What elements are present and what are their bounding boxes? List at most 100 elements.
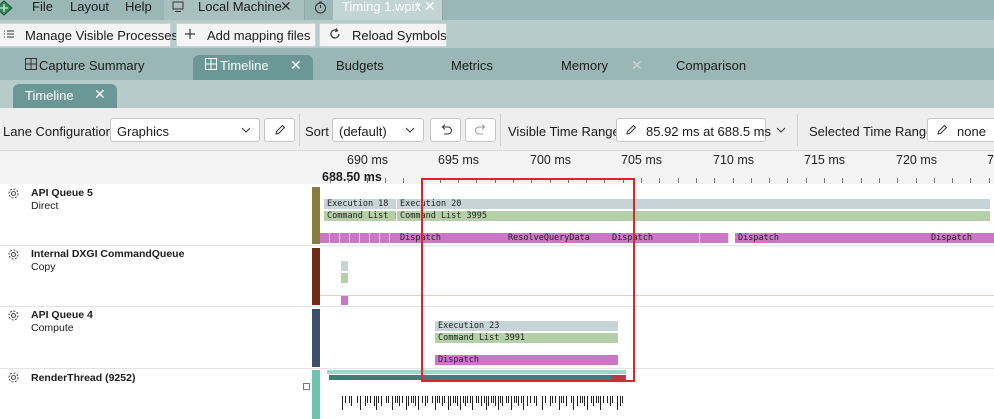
menu-layout[interactable]: Layout [70, 0, 109, 20]
lane-color-strip [312, 309, 320, 367]
reload-icon [330, 28, 340, 39]
field-value: 85.92 ms at 688.5 ms [646, 124, 772, 139]
ruler-tick [989, 178, 990, 183]
expand-checkbox[interactable] [303, 383, 310, 390]
thread-event-tick [559, 396, 560, 410]
dispatch-segment[interactable] [320, 233, 330, 243]
visible-time-range-field[interactable]: 85.92 ms at 688.5 ms [616, 118, 771, 142]
thread-event-tick [493, 396, 494, 403]
dispatch-segment[interactable] [340, 233, 350, 243]
thread-event-tick [607, 396, 608, 403]
command-list-bar[interactable]: Command List : [324, 211, 396, 221]
thread-event-tick [351, 396, 352, 406]
thread-event-tick [598, 396, 599, 403]
selection-highlight-box [421, 178, 635, 382]
chevron-down-icon [241, 127, 251, 133]
thread-event-tick [488, 396, 489, 406]
lane-configuration-dropdown[interactable]: Graphics [110, 118, 260, 142]
dispatch-segment[interactable] [370, 233, 380, 243]
dispatch-bar[interactable]: Dispatch [928, 233, 994, 243]
lane-type: Direct [31, 200, 59, 212]
thread-event-tick [571, 396, 572, 403]
tick-label: 715 ms [804, 153, 845, 167]
gear-icon[interactable] [7, 248, 20, 261]
selected-time-range-label: Selected Time Range: [809, 124, 937, 139]
thread-event-tick [484, 396, 485, 403]
field-value: none [957, 124, 986, 139]
sub-tab-label: Timeline [25, 88, 74, 103]
execution-bar[interactable]: Execution 18 [324, 199, 396, 209]
gear-icon[interactable] [7, 371, 20, 384]
ruler-tick [659, 178, 660, 183]
manage-visible-processes-button[interactable]: Manage Visible Processes [0, 23, 178, 47]
thread-event-tick [518, 396, 519, 406]
edit-lane-configuration-button[interactable] [264, 118, 295, 142]
execution-bar[interactable] [341, 261, 348, 271]
close-icon[interactable]: ✕ [631, 57, 643, 74]
chevron-down-icon[interactable] [776, 127, 786, 133]
tick-label: 695 ms [438, 153, 479, 167]
menu-help[interactable]: Help [125, 0, 152, 20]
ruler-tick [714, 178, 715, 183]
gear-icon[interactable] [7, 309, 20, 322]
thread-event-tick [612, 396, 613, 403]
lane-name: Internal DXGI CommandQueue [31, 248, 185, 260]
close-icon[interactable]: ✕ [280, 0, 292, 15]
reload-symbols-button[interactable]: Reload Symbols [319, 23, 447, 47]
thread-event-tick [386, 396, 387, 403]
dispatch-segment[interactable] [671, 233, 700, 243]
pencil-icon [275, 124, 286, 135]
redo-button[interactable] [465, 118, 496, 142]
thread-event-tick [427, 396, 428, 403]
dispatch-segment[interactable] [330, 233, 340, 243]
sub-tab-bar [0, 80, 994, 108]
dispatch-segment[interactable] [380, 233, 390, 243]
selected-time-range-field[interactable]: none [927, 118, 994, 142]
computer-icon [172, 1, 184, 12]
thread-event-tick [402, 396, 403, 403]
thread-event-tick [442, 396, 443, 406]
dispatch-segment[interactable] [360, 233, 370, 243]
command-list-bar[interactable] [341, 273, 348, 283]
thread-event-tick [411, 396, 412, 403]
thread-event-tick [460, 396, 461, 410]
thread-event-tick [582, 396, 583, 403]
ruler-tick [806, 178, 807, 183]
thread-event-tick [388, 396, 389, 403]
ruler-tick [733, 178, 734, 183]
tab-metrics[interactable]: Metrics [451, 58, 493, 73]
ruler-tick [769, 178, 770, 183]
doc-tab-local-machine[interactable]: Local Machine ✕ [164, 0, 305, 20]
thread-event-tick [367, 396, 368, 403]
dispatch-segment[interactable] [700, 233, 729, 243]
ruler-tick [934, 178, 935, 183]
ruler-tick [403, 178, 404, 183]
dispatch-segment[interactable] [350, 233, 360, 243]
menu-file[interactable]: File [32, 0, 53, 20]
dispatch-bar[interactable] [341, 295, 348, 305]
dispatch-bar[interactable]: Dispatch [735, 233, 928, 243]
tab-budgets[interactable]: Budgets [336, 58, 384, 73]
sort-dropdown[interactable]: (default) [332, 118, 424, 142]
stopwatch-icon [315, 1, 326, 14]
thread-event-tick [342, 396, 343, 410]
tab-comparison[interactable]: Comparison [676, 58, 746, 73]
close-icon[interactable]: ✕ [424, 0, 436, 15]
thread-event-tick [550, 396, 551, 406]
thread-event-tick [617, 396, 618, 410]
tab-timeline[interactable]: Timeline [220, 58, 269, 73]
doc-tab-timing[interactable]: Timing 1.wpix * ✕ [333, 0, 443, 20]
gear-icon[interactable] [7, 187, 20, 200]
add-mapping-files-button[interactable]: Add mapping files [176, 23, 316, 47]
ruler-tick [970, 178, 971, 183]
thread-event-tick [545, 396, 546, 403]
button-label: Manage Visible Processes [25, 28, 178, 43]
thread-event-tick [376, 396, 377, 410]
undo-button[interactable] [430, 118, 461, 142]
tab-memory[interactable]: Memory [561, 58, 608, 73]
thread-event-tick [439, 396, 440, 403]
tab-capture-summary[interactable]: Capture Summary [39, 58, 144, 73]
close-icon[interactable]: ✕ [94, 86, 106, 103]
close-icon[interactable]: ✕ [290, 57, 302, 74]
redo-icon [475, 124, 486, 135]
